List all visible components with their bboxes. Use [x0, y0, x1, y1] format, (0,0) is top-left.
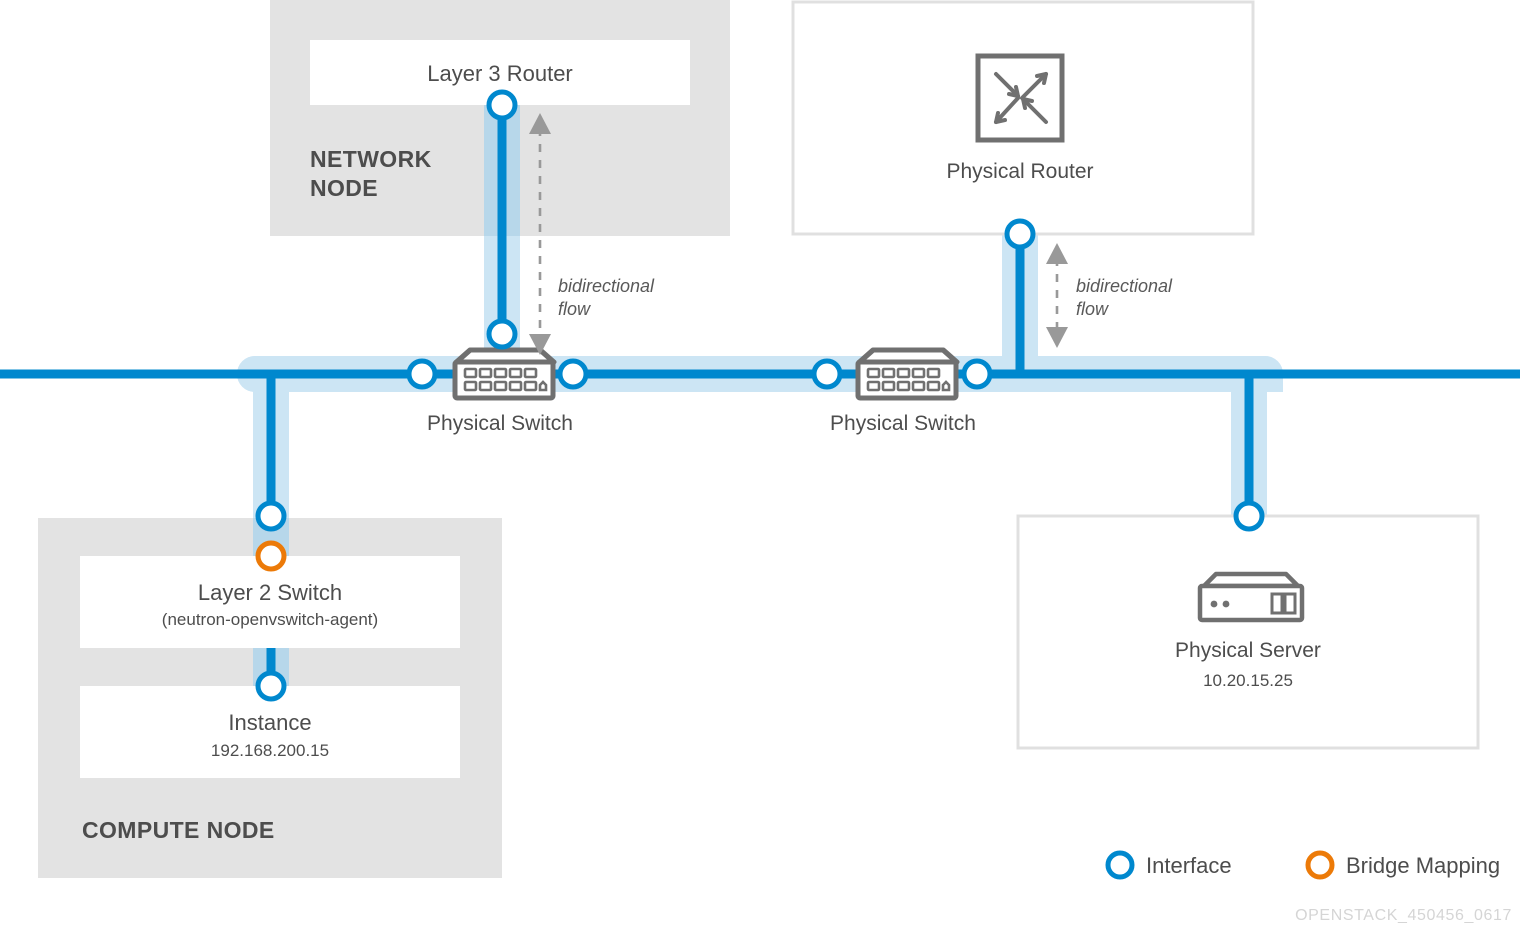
- physical-switch-right-icon[interactable]: [855, 347, 960, 401]
- interface-circle-compute-ingress: [255, 500, 287, 532]
- diagram-canvas: Physical Switch Physical Switch Physical…: [0, 0, 1520, 939]
- interface-circle-physicalrouter: [1004, 218, 1036, 250]
- legend-interface-label: Interface: [1146, 853, 1232, 878]
- physical-switch-left-icon[interactable]: [452, 347, 557, 401]
- physical-switch-left-caption: Physical Switch: [427, 412, 573, 435]
- flow-label-right-line2: flow: [1076, 299, 1109, 319]
- physical-server-icon: [1197, 571, 1305, 623]
- network-node-label-line1: NETWORK: [310, 146, 432, 172]
- legend-bridge-mapping-icon: [1305, 850, 1335, 880]
- instance-title: Instance: [228, 710, 311, 735]
- bidirectional-flow-arrow-right: [1046, 243, 1068, 348]
- physical-router-icon: [975, 53, 1065, 143]
- physical-server-ip: 10.20.15.25: [1203, 671, 1293, 690]
- physical-server-caption: Physical Server: [1175, 639, 1321, 662]
- physical-server-box[interactable]: [1016, 514, 1480, 750]
- instance-ip: 192.168.200.15: [211, 741, 329, 760]
- flow-label-left-line1: bidirectional: [558, 276, 655, 296]
- legend-bridge-mapping-label: Bridge Mapping: [1346, 853, 1500, 878]
- layer2-switch-title: Layer 2 Switch: [198, 580, 342, 605]
- interface-circle-l3router: [486, 89, 518, 121]
- physical-switch-right-caption: Physical Switch: [830, 412, 976, 435]
- legend: Interface Bridge Mapping: [1105, 850, 1500, 880]
- layer2-switch-subtitle: (neutron-openvswitch-agent): [162, 610, 378, 629]
- network-node-label-line2: NODE: [310, 175, 378, 201]
- watermark: OPENSTACK_450456_0617: [1295, 907, 1512, 924]
- network-diagram-svg: Physical Switch Physical Switch Physical…: [0, 0, 1520, 924]
- flow-label-left-line2: flow: [558, 299, 591, 319]
- legend-interface-icon: [1105, 850, 1135, 880]
- layer3-router-title: Layer 3 Router: [427, 61, 573, 86]
- interface-circle-switch-right-east: [961, 358, 993, 390]
- compute-node-label: COMPUTE NODE: [82, 817, 275, 843]
- interface-circle-switch-left-west: [406, 358, 438, 390]
- bridge-mapping-circle-l2switch[interactable]: [255, 540, 287, 572]
- interface-circle-switch-right-west: [811, 358, 843, 390]
- interface-circle-physicalserver: [1233, 500, 1265, 532]
- interface-circle-instance: [255, 670, 287, 702]
- interface-circle-switch-left-east: [557, 358, 589, 390]
- interface-circle-above-switch-left: [486, 318, 518, 350]
- flow-label-right-line1: bidirectional: [1076, 276, 1173, 296]
- physical-router-caption: Physical Router: [946, 160, 1093, 183]
